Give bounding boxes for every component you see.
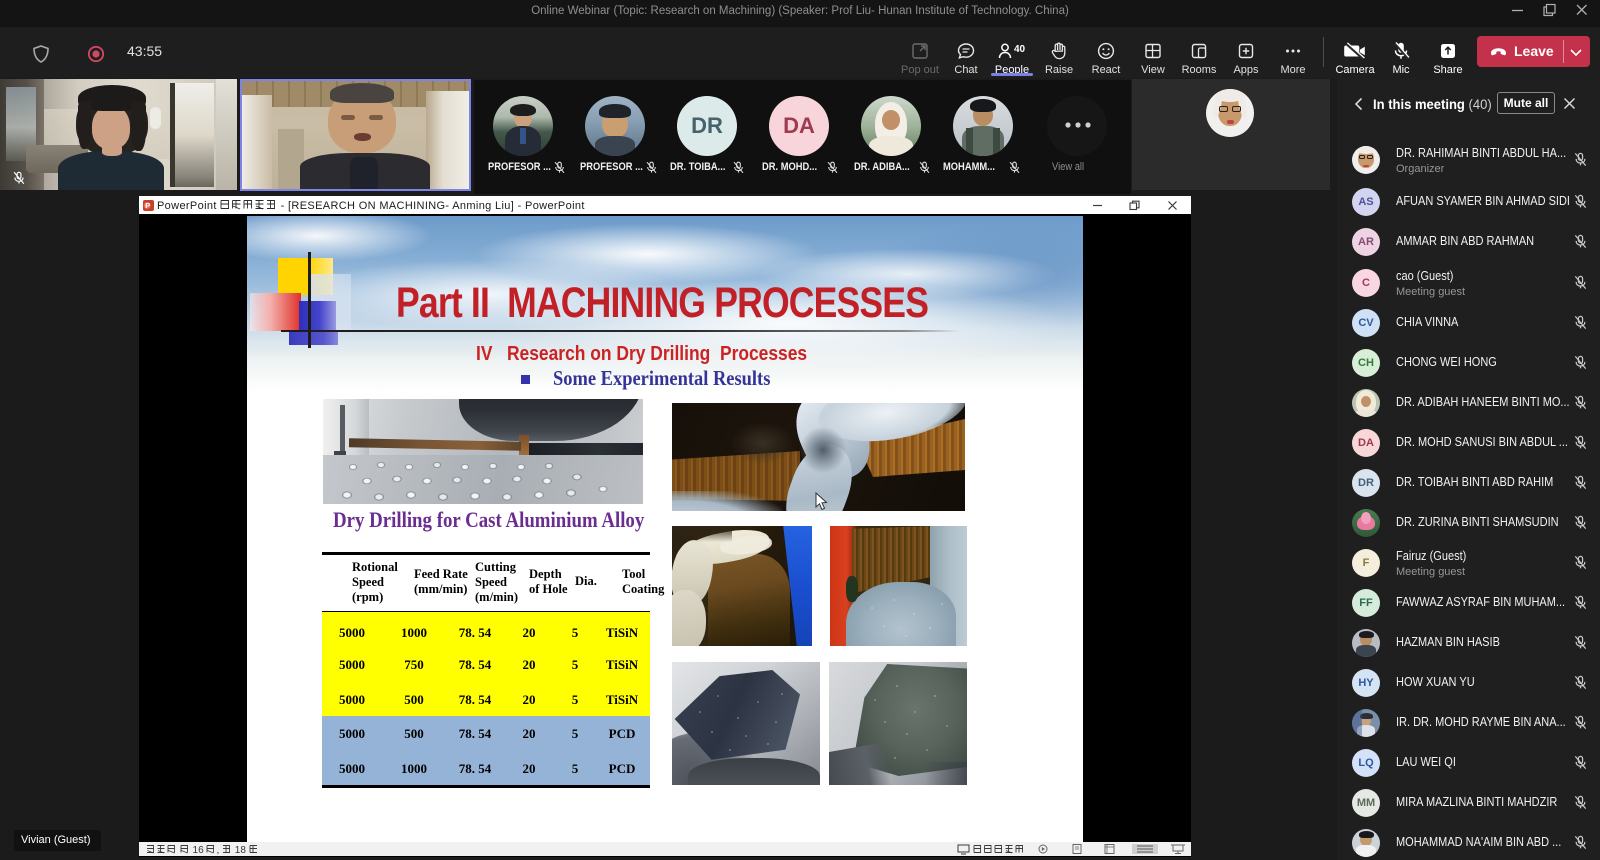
- svg-text:P: P: [145, 201, 150, 210]
- svg-text:40: 40: [1014, 44, 1026, 55]
